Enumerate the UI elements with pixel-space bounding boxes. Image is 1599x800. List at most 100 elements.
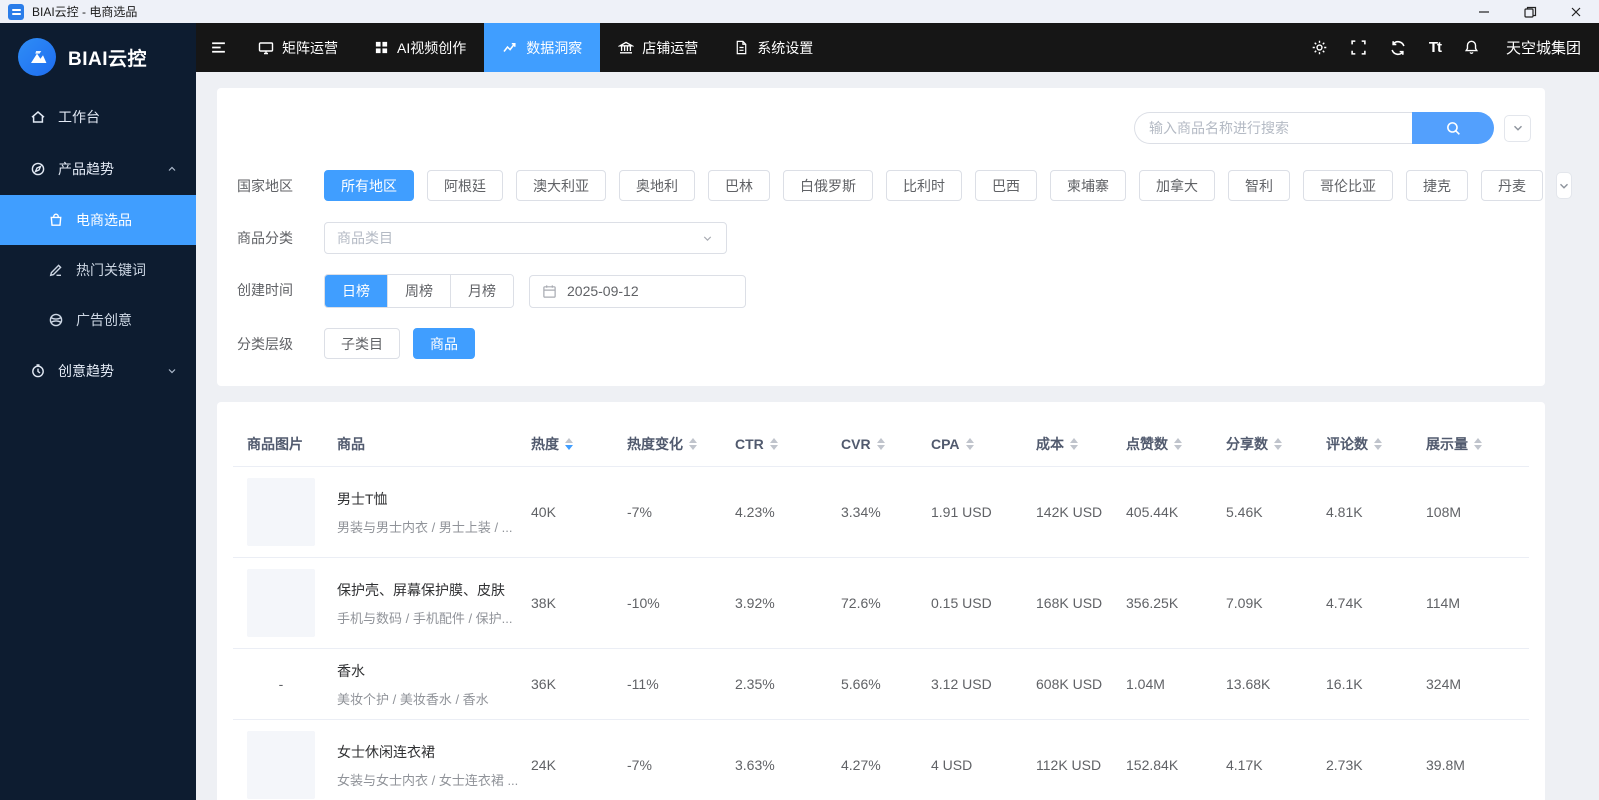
notifications-button[interactable]: [1463, 39, 1480, 56]
cell-cost: 142K USD: [1036, 504, 1103, 520]
region-chip[interactable]: 捷克: [1406, 170, 1468, 201]
sort-icon[interactable]: [689, 438, 697, 450]
product-name: 男士T恤: [337, 490, 388, 507]
nav-item-data-insight[interactable]: 数据洞察: [484, 23, 601, 72]
time-option-weekly[interactable]: 周榜: [387, 275, 450, 307]
nav-item-shop-operation[interactable]: 店铺运营: [600, 23, 716, 72]
close-button[interactable]: [1553, 0, 1599, 23]
col-header-heat-change: 热度变化: [627, 434, 735, 454]
table-row[interactable]: 男士T恤 男装与男士内衣 / 男士上装 / ... 40K -7% 4.23% …: [233, 466, 1529, 557]
cell-shares: 4.17K: [1226, 757, 1263, 773]
minimize-button[interactable]: [1461, 0, 1507, 23]
collapse-sidebar-button[interactable]: [196, 39, 240, 56]
organization-name[interactable]: 天空城集团: [1506, 37, 1581, 58]
sort-icon[interactable]: [965, 438, 974, 450]
table-row[interactable]: 女士休闲连衣裙 女装与女士内衣 / 女士连衣裙 ... 24K -7% 3.63…: [233, 719, 1529, 800]
search-button[interactable]: [1412, 112, 1494, 144]
font-size-button[interactable]: Tt: [1429, 39, 1442, 56]
sort-icon[interactable]: [1374, 438, 1382, 450]
region-chip[interactable]: 巴西: [975, 170, 1037, 201]
category-select[interactable]: 商品类目: [324, 222, 727, 254]
product-category-path: 美妆个护 / 美妆香水 / 香水: [337, 691, 489, 707]
region-chip[interactable]: 巴林: [708, 170, 770, 201]
cell-ctr: 3.63%: [735, 757, 775, 773]
sort-icon[interactable]: [876, 438, 885, 450]
cell-likes: 356.25K: [1126, 595, 1179, 611]
col-header-shares: 分享数: [1226, 434, 1326, 454]
level-option-subcategory[interactable]: 子类目: [324, 328, 400, 359]
product-name: 香水: [337, 662, 365, 679]
col-header-impressions: 展示量: [1426, 434, 1529, 454]
level-filter-row: 分类层级 子类目 商品: [237, 328, 1531, 360]
cell-ctr: 2.35%: [735, 676, 775, 692]
sidebar-item-creative-trends[interactable]: 创意趋势: [0, 345, 196, 397]
cell-heat-change: -10%: [627, 595, 660, 611]
sidebar: BIAI云控 工作台 产品趋势 电商选品 热门关键词 广告创意 创意趋势: [0, 23, 196, 800]
nav-item-label: 系统设置: [757, 39, 814, 56]
cell-heat: 40K: [531, 504, 556, 520]
brand-name: BIAI云控: [68, 48, 148, 70]
refresh-button[interactable]: [1389, 39, 1407, 57]
region-chip[interactable]: 澳大利亚: [516, 170, 606, 201]
nav-item-matrix-operation[interactable]: 矩阵运营: [240, 23, 356, 72]
collapse-region-button[interactable]: [1556, 172, 1572, 199]
cell-cpa: 0.15 USD: [931, 595, 992, 611]
region-chip[interactable]: 奥地利: [619, 170, 695, 201]
time-option-daily[interactable]: 日榜: [325, 275, 387, 307]
col-header-heat: 热度: [531, 434, 627, 454]
sort-icon[interactable]: [769, 438, 778, 450]
top-navbar: 矩阵运营 AI视频创作 数据洞察 店铺运营 系统设置 Tt 天空城集团: [196, 23, 1599, 72]
cell-heat: 36K: [531, 676, 556, 692]
search-icon: [1446, 121, 1460, 135]
sidebar-item-ecommerce-selection[interactable]: 电商选品: [0, 195, 196, 245]
table-row[interactable]: - 香水 美妆个护 / 美妆香水 / 香水 36K -11% 2.35% 5.6…: [233, 648, 1529, 719]
sort-icon[interactable]: [1474, 438, 1482, 450]
level-option-product[interactable]: 商品: [413, 328, 475, 359]
cell-cost: 608K USD: [1036, 676, 1103, 692]
region-chip-all[interactable]: 所有地区: [324, 170, 414, 201]
restore-button[interactable]: [1507, 0, 1553, 23]
sort-icon[interactable]: [1174, 438, 1182, 450]
date-input[interactable]: [567, 283, 733, 299]
globe-icon: [49, 313, 63, 327]
product-table: 商品图片 商品 热度 热度变化 CTR CVR CPA 成本 点赞数 分享数 评…: [217, 402, 1545, 800]
sort-icon[interactable]: [565, 438, 573, 450]
region-chip[interactable]: 阿根廷: [427, 170, 503, 201]
cell-heat-change: -7%: [627, 757, 652, 773]
region-chip[interactable]: 比利时: [886, 170, 962, 201]
region-chip[interactable]: 白俄罗斯: [783, 170, 873, 201]
sort-icon[interactable]: [1070, 438, 1078, 450]
cell-impressions: 114M: [1426, 595, 1460, 611]
region-chip[interactable]: 加拿大: [1139, 170, 1215, 201]
sidebar-item-hot-keywords[interactable]: 热门关键词: [0, 245, 196, 295]
sidebar-item-product-trends[interactable]: 产品趋势: [0, 143, 196, 195]
nav-item-system-settings[interactable]: 系统设置: [716, 23, 831, 72]
sidebar-item-label: 产品趋势: [58, 161, 114, 177]
cell-comments: 4.74K: [1326, 595, 1363, 611]
cell-comments: 2.73K: [1326, 757, 1363, 773]
table-row[interactable]: 保护壳、屏幕保护膜、皮肤 手机与数码 / 手机配件 / 保护... 38K -1…: [233, 557, 1529, 648]
collapse-search-button[interactable]: [1504, 114, 1531, 142]
region-chip[interactable]: 丹麦: [1481, 170, 1543, 201]
settings-gear-button[interactable]: [1311, 39, 1328, 56]
fullscreen-button[interactable]: [1350, 39, 1367, 56]
region-chip[interactable]: 哥伦比亚: [1303, 170, 1393, 201]
chevron-down-icon: [1513, 125, 1522, 131]
cell-shares: 5.46K: [1226, 504, 1263, 520]
search-group: [1134, 112, 1494, 144]
date-picker[interactable]: [529, 274, 746, 308]
sort-icon[interactable]: [1274, 438, 1282, 450]
sidebar-item-workbench[interactable]: 工作台: [0, 91, 196, 143]
nav-item-ai-video[interactable]: AI视频创作: [356, 23, 484, 72]
search-input[interactable]: [1134, 112, 1412, 144]
time-option-monthly[interactable]: 月榜: [450, 275, 513, 307]
product-category-path: 男装与男士内衣 / 男士上装 / ...: [337, 519, 513, 535]
sidebar-item-ad-creative[interactable]: 广告创意: [0, 295, 196, 345]
cell-cvr: 3.34%: [841, 504, 881, 520]
product-category-path: 女装与女士内衣 / 女士连衣裙 ...: [337, 772, 519, 788]
document-icon: [736, 40, 747, 55]
cell-cvr: 72.6%: [841, 595, 881, 611]
region-chip[interactable]: 柬埔寨: [1050, 170, 1126, 201]
filter-panel: 国家地区 所有地区 阿根廷 澳大利亚 奥地利 巴林 白俄罗斯 比利时 巴西 柬埔…: [217, 88, 1572, 386]
region-chip[interactable]: 智利: [1228, 170, 1290, 201]
